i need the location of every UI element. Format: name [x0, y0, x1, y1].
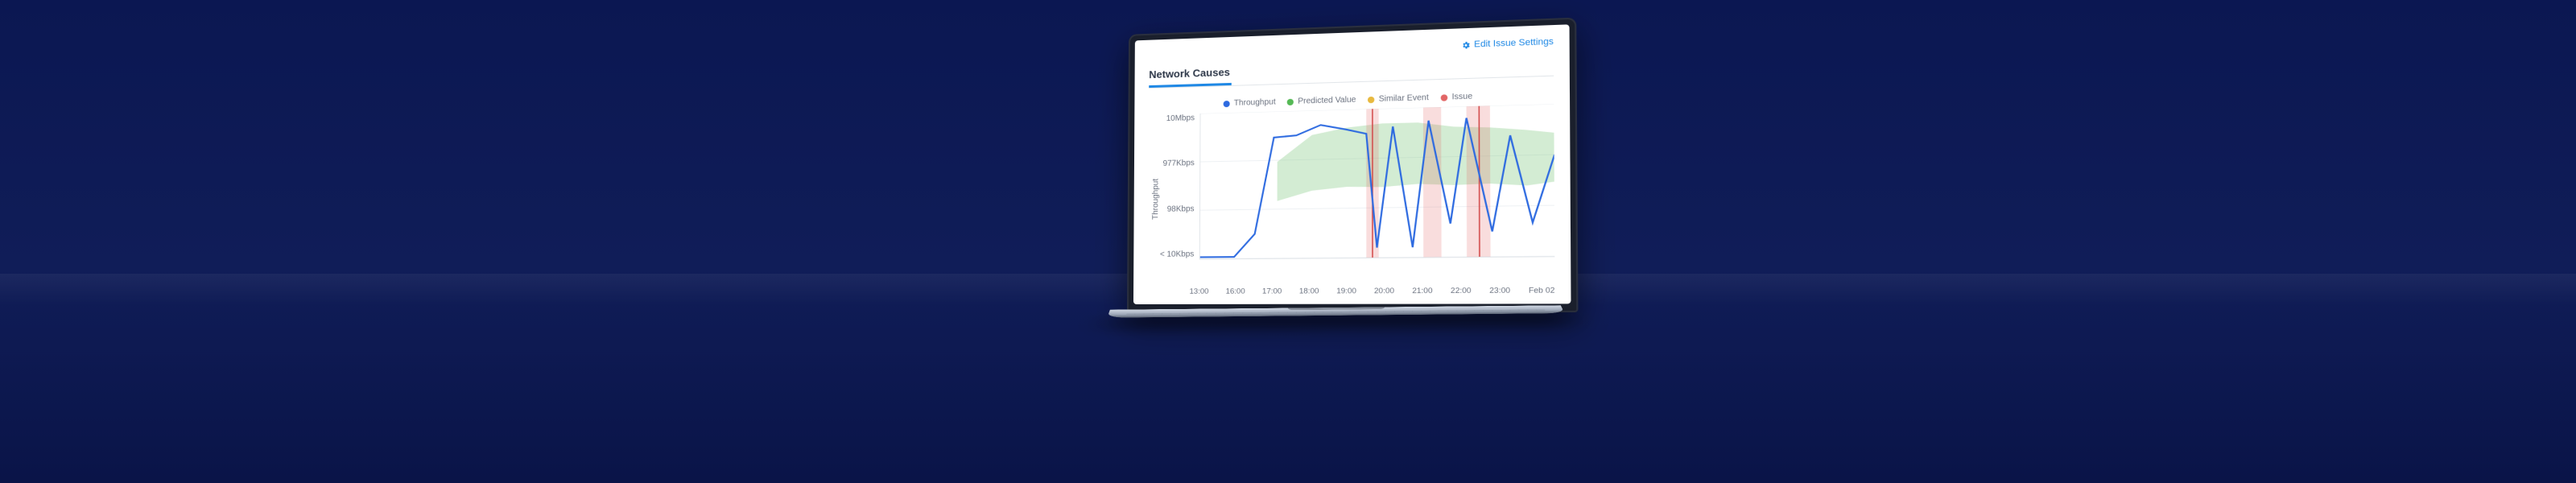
app-screen: Edit Issue Settings Network Causes Throu…: [1133, 24, 1571, 304]
issue-marker: [1479, 106, 1480, 257]
predicted-band: [1277, 119, 1554, 201]
laptop-screen-bezel: Edit Issue Settings Network Causes Throu…: [1127, 18, 1578, 312]
y-axis-ticks: 10Mbps 977Kbps 98Kbps < 10Kbps: [1160, 114, 1199, 259]
edit-issue-settings-link[interactable]: Edit Issue Settings: [1461, 37, 1554, 50]
dot-icon: [1368, 96, 1374, 102]
edit-issue-settings-label: Edit Issue Settings: [1474, 37, 1554, 50]
keyboard-hint: [1126, 309, 1545, 315]
dot-icon: [1441, 94, 1448, 101]
laptop-notch: [1288, 307, 1385, 310]
settings-icon: [1461, 40, 1471, 50]
y-axis-title: Throughput: [1148, 114, 1161, 284]
dot-icon: [1287, 98, 1294, 105]
x-axis-ticks: 13:00 16:00 17:00 18:00 19:00 20:00 21:0…: [1190, 286, 1555, 296]
issue-window: [1422, 107, 1441, 257]
legend-similar: Similar Event: [1368, 93, 1429, 104]
legend-throughput: Throughput: [1224, 97, 1276, 108]
dot-icon: [1224, 101, 1230, 107]
issue-window: [1466, 105, 1490, 257]
tab-network-causes[interactable]: Network Causes: [1149, 61, 1232, 88]
laptop-mockup: Edit Issue Settings Network Causes Throu…: [1111, 32, 1562, 328]
throughput-chart: Throughput 10Mbps 977Kbps 98Kbps < 10Kbp…: [1148, 104, 1555, 284]
legend-predicted: Predicted Value: [1287, 95, 1356, 106]
legend-issue: Issue: [1441, 92, 1473, 101]
plot-area: [1199, 104, 1554, 259]
